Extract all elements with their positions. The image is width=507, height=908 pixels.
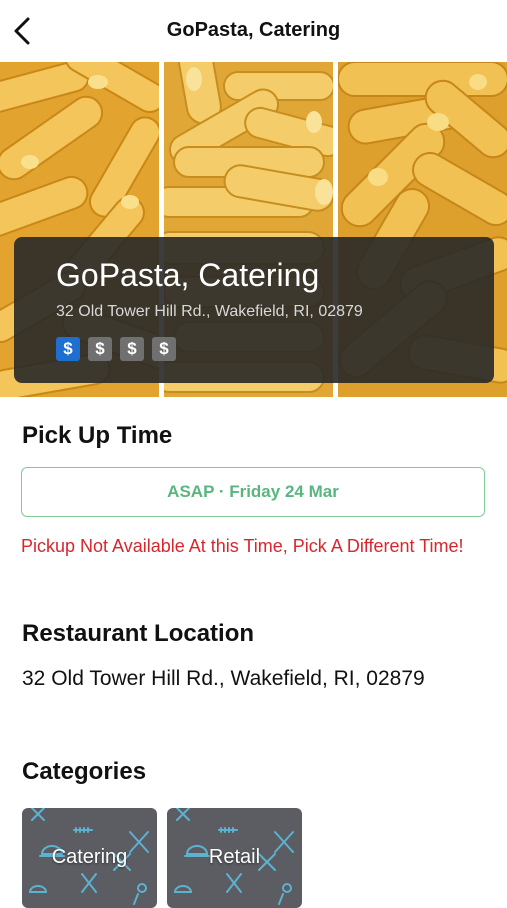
categories-heading: Categories xyxy=(22,758,147,785)
pickup-error-message: Pickup Not Available At this Time, Pick … xyxy=(21,536,464,556)
price-symbol-1: $ xyxy=(56,337,80,361)
header-title: GoPasta, Catering xyxy=(166,19,341,41)
category-label: Retail xyxy=(208,846,261,868)
pickup-time-selector[interactable]: ASAP · Friday 24 Mar xyxy=(21,467,485,517)
price-symbol-2: $ xyxy=(88,337,112,361)
location-address: 32 Old Tower Hill Rd., Wakefield, RI, 02… xyxy=(22,667,425,690)
category-tile-retail[interactable]: Retail xyxy=(167,808,302,908)
app-header: GoPasta, Catering xyxy=(0,0,507,62)
restaurant-info-card: GoPasta, Catering 32 Old Tower Hill Rd.,… xyxy=(14,237,494,383)
price-level-indicator: $ $ $ $ xyxy=(56,337,176,361)
category-tile-catering[interactable]: Catering xyxy=(22,808,157,908)
restaurant-name: GoPasta, Catering xyxy=(56,257,320,293)
pickup-time-value: ASAP · Friday 24 Mar xyxy=(167,482,339,501)
restaurant-address: 32 Old Tower Hill Rd., Wakefield, RI, 02… xyxy=(56,303,363,320)
price-symbol-3: $ xyxy=(120,337,144,361)
category-label: Catering xyxy=(51,846,128,868)
price-symbol-4: $ xyxy=(152,337,176,361)
hero-banner: GoPasta, Catering 32 Old Tower Hill Rd.,… xyxy=(0,62,507,397)
pickup-heading: Pick Up Time xyxy=(22,422,173,449)
location-heading: Restaurant Location xyxy=(22,620,255,647)
